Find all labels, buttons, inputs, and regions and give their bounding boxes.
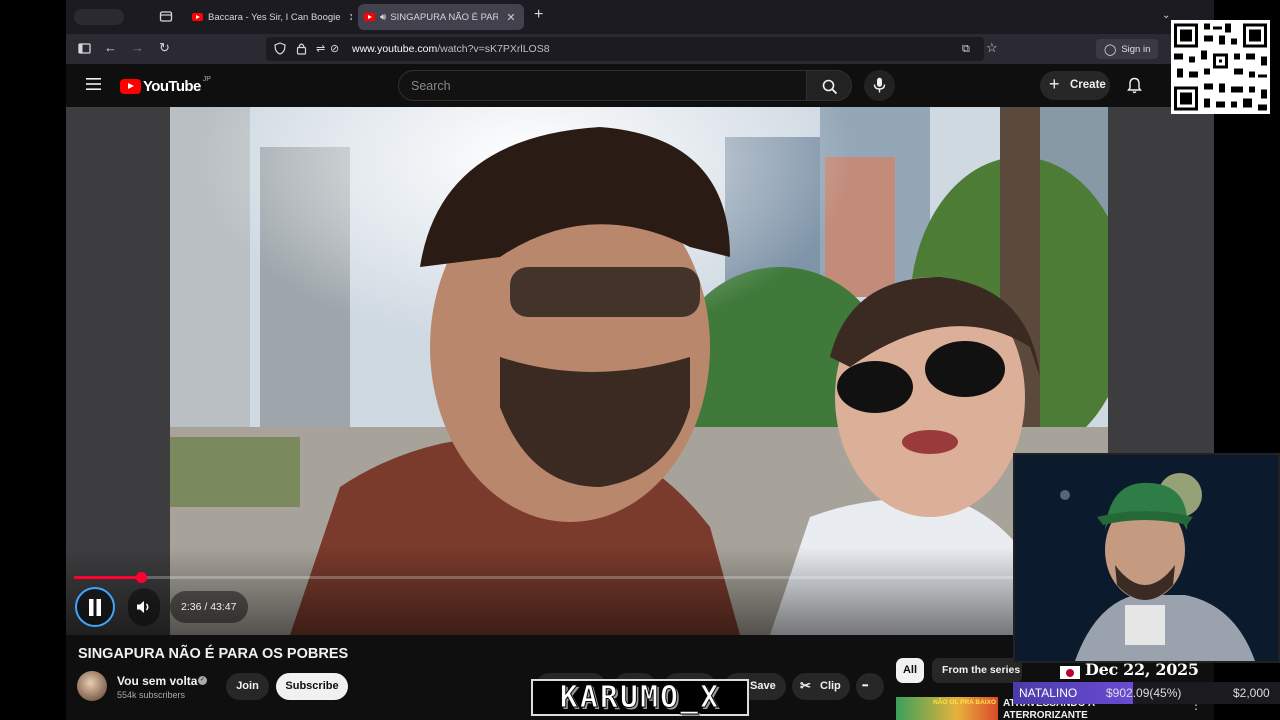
- youtube-favicon-icon: [192, 13, 203, 21]
- tab-overview-button[interactable]: [74, 9, 124, 25]
- plus-icon: +: [1049, 74, 1060, 94]
- save-label: Save: [750, 680, 776, 692]
- new-tab-icon[interactable]: +: [534, 7, 543, 23]
- donation-goal-bar: NATALINO $902.09(45%) $2,000: [1013, 682, 1280, 704]
- speaker-icon[interactable]: 🔊︎: [380, 12, 386, 23]
- autoplay-blocked-icon[interactable]: ⊘: [330, 42, 339, 56]
- search-icon: [822, 79, 838, 95]
- tab-label: Baccara - Yes Sir, I Can Boogie: [208, 11, 341, 23]
- chevron-down-icon[interactable]: ⌄: [1162, 9, 1170, 23]
- channel-name[interactable]: Vou sem volta: [117, 674, 197, 688]
- thumbnail-caption: NÃO OL PRA BAIXO: [933, 699, 996, 706]
- address-bar[interactable]: ⇌ ⊘ www.youtube.com/watch?v=sK7PXrlLOS8 …: [266, 37, 998, 61]
- reload-icon[interactable]: ↻: [159, 41, 170, 55]
- current-time: 2:36: [181, 601, 202, 613]
- time-display: 2:36 / 43:47: [170, 591, 248, 623]
- sidebar-toggle-icon[interactable]: [78, 42, 91, 58]
- search-button[interactable]: [806, 70, 852, 101]
- donation-goal: $2,000: [1233, 686, 1270, 700]
- create-label: Create: [1070, 79, 1106, 91]
- youtube-play-logo-icon: [120, 78, 141, 94]
- webcam-image: [1015, 455, 1278, 661]
- url-path: /watch?v=sK7PXrlLOS8: [437, 43, 550, 55]
- back-icon[interactable]: ←: [104, 41, 117, 55]
- pause-button[interactable]: [75, 587, 115, 627]
- stream-info-bar: Dec 22, 2025 09:47AM NATALINO $902.09(45…: [1013, 660, 1280, 720]
- create-button[interactable]: + Create: [1040, 71, 1110, 100]
- close-icon[interactable]: ✕: [349, 11, 352, 24]
- search-placeholder: Search: [411, 79, 451, 93]
- qr-code: [1171, 20, 1270, 114]
- shield-icon[interactable]: [274, 42, 286, 58]
- sign-in-label: Sign in: [1121, 43, 1151, 55]
- sign-in-button[interactable]: ◯ Sign in: [1096, 39, 1159, 59]
- scissors-icon: ✂: [800, 678, 811, 693]
- subscriber-count: 554k subscribers: [117, 690, 186, 700]
- scrubber-handle[interactable]: [135, 572, 147, 583]
- streamer-banner: KARUMO_X: [531, 679, 749, 716]
- clip-label: Clip: [820, 680, 841, 692]
- url-text[interactable]: www.youtube.com/watch?v=sK7PXrlLOS8: [352, 43, 550, 55]
- volume-icon: [137, 601, 149, 613]
- volume-button[interactable]: [128, 588, 160, 626]
- webcam-overlay: [1013, 453, 1280, 663]
- youtube-logo[interactable]: YouTube JP: [120, 76, 211, 96]
- menu-icon[interactable]: [86, 78, 101, 93]
- tab-label: SINGAPURA NÃO É PARA O: [390, 11, 499, 23]
- donation-amount: $902.09(45%): [1106, 686, 1182, 700]
- channel-avatar[interactable]: [77, 671, 107, 701]
- chip-all[interactable]: All: [896, 658, 924, 683]
- video-title: SINGAPURA NÃO É PARA OS POBRES: [78, 646, 349, 662]
- subscribe-button[interactable]: Subscribe: [276, 673, 348, 700]
- chip-from-the-series[interactable]: From the series: [932, 658, 1022, 683]
- tab-baccara[interactable]: Baccara - Yes Sir, I Can Boogie ✕: [186, 4, 352, 30]
- close-icon[interactable]: ✕: [506, 11, 515, 24]
- verified-badge-icon: ✓: [198, 676, 207, 685]
- microphone-icon: [873, 77, 886, 93]
- youtube-wordmark: YouTube: [143, 77, 201, 95]
- duration: 43:47: [210, 601, 237, 613]
- tab-singapura[interactable]: 🔊︎ SINGAPURA NÃO É PARA O ✕: [358, 4, 524, 30]
- more-icon: •••: [862, 681, 868, 690]
- permissions-icon[interactable]: ⇌: [316, 42, 325, 56]
- progress-played: [74, 576, 141, 579]
- tab-bar: Baccara - Yes Sir, I Can Boogie ✕ 🔊︎ SIN…: [66, 0, 1214, 34]
- pause-icon: [89, 599, 101, 616]
- recommendation-thumbnail[interactable]: NÃO OL PRA BAIXO: [896, 697, 998, 720]
- private-window-icon[interactable]: [159, 9, 173, 26]
- join-button[interactable]: Join: [226, 673, 269, 700]
- japan-flag-icon: [1060, 666, 1080, 679]
- voice-search-button[interactable]: [864, 70, 895, 101]
- youtube-header: YouTube JP Search + Create: [66, 64, 1214, 107]
- navigation-toolbar: ← → ↻ ⇌ ⊘ www.youtube.com/watch?v=sK7PXr…: [66, 34, 1214, 64]
- account-icon: ◯: [1104, 43, 1117, 56]
- bell-icon[interactable]: [1127, 77, 1142, 97]
- youtube-favicon-icon: [364, 13, 375, 21]
- qr-code-image: [1174, 23, 1267, 111]
- streamer-banner-text: KARUMO_X: [559, 680, 721, 715]
- clip-button[interactable]: ✂ Clip: [792, 673, 850, 700]
- more-actions-button[interactable]: •••: [856, 673, 884, 700]
- picture-in-picture-icon[interactable]: ⧉: [962, 42, 970, 56]
- streamer-name: NATALINO: [1019, 686, 1078, 700]
- region-code: JP: [202, 75, 211, 83]
- search-input[interactable]: Search: [398, 70, 806, 101]
- url-domain: www.youtube.com: [352, 43, 438, 55]
- bookmark-star-icon[interactable]: ☆: [986, 41, 998, 55]
- lock-icon[interactable]: [296, 42, 307, 58]
- forward-icon[interactable]: →: [131, 41, 144, 55]
